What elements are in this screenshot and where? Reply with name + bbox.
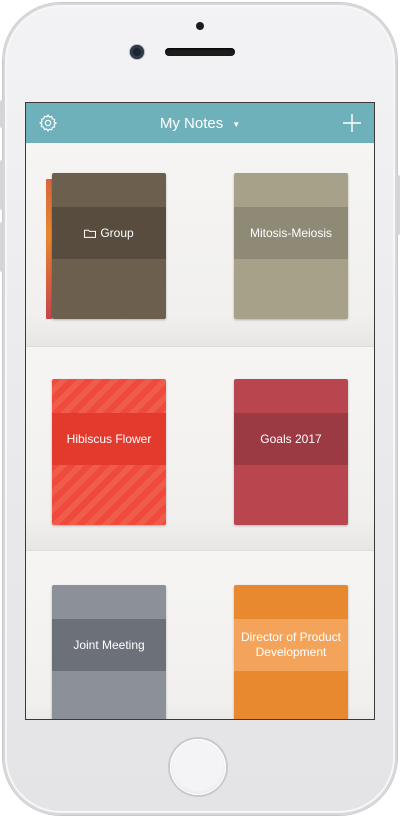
folder-icon (84, 229, 97, 238)
notebook-label-band: Goals 2017 (234, 413, 348, 465)
notebook-director-of-product-development[interactable]: Director of Product Development (234, 585, 348, 719)
notebook-title: Director of Product Development (240, 630, 342, 659)
notebook-mitosis-meiosis[interactable]: Mitosis-Meiosis (234, 173, 348, 319)
volume-down-button (0, 222, 4, 272)
notebook-joint-meeting[interactable]: Joint Meeting (52, 585, 166, 719)
notebook-label-band: Hibiscus Flower (52, 413, 166, 465)
notebook-label-band: Group (52, 207, 166, 259)
notebook-label-band: Joint Meeting (52, 619, 166, 671)
notebook-title: Hibiscus Flower (66, 431, 152, 446)
navigation-bar: My Notes ▼ (26, 103, 374, 143)
app-screen: My Notes ▼ Group Mitosis-Meiosis Hibiscu… (25, 102, 375, 720)
notebook-hibiscus-flower[interactable]: Hibiscus Flower (52, 379, 166, 525)
notebook-title: Mitosis-Meiosis (249, 225, 332, 240)
earpiece-speaker (165, 48, 235, 56)
notebook-label-band: Director of Product Development (234, 619, 348, 671)
caret-down-icon: ▼ (232, 120, 241, 129)
title-dropdown[interactable]: My Notes ▼ (26, 103, 374, 143)
proximity-sensor (196, 22, 204, 30)
power-button (396, 175, 400, 235)
page-title: My Notes (159, 114, 224, 132)
volume-up-button (0, 160, 4, 210)
notebook-goals-2017[interactable]: Goals 2017 (234, 379, 348, 525)
notebook-group[interactable]: Group (52, 173, 166, 319)
home-button[interactable] (170, 739, 226, 795)
notebook-label-band: Mitosis-Meiosis (234, 207, 348, 259)
mute-switch (0, 100, 4, 128)
notebook-title: Joint Meeting (73, 637, 145, 652)
notebook-title: Goals 2017 (260, 431, 322, 446)
plus-icon[interactable] (342, 113, 362, 133)
notebook-title: Group (100, 225, 134, 240)
front-camera (130, 45, 144, 59)
